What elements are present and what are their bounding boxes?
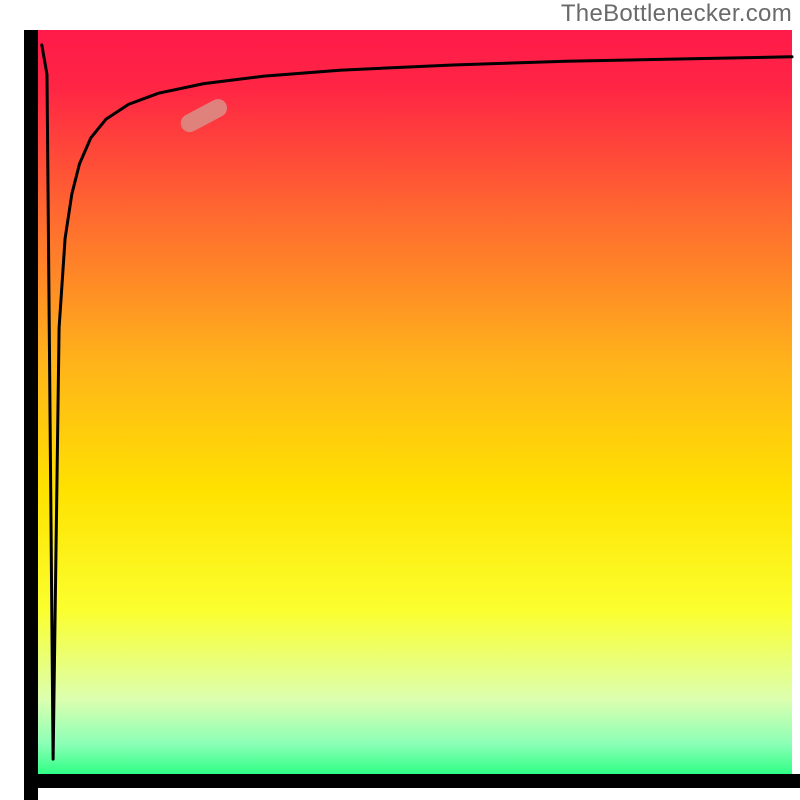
watermark-text: TheBottlenecker.com — [561, 0, 792, 28]
chart-svg — [0, 0, 800, 800]
y-axis — [24, 30, 38, 800]
plot-area — [24, 30, 800, 800]
chart-container: TheBottlenecker.com — [0, 0, 800, 800]
gradient-background — [38, 30, 792, 774]
x-axis — [24, 774, 800, 788]
